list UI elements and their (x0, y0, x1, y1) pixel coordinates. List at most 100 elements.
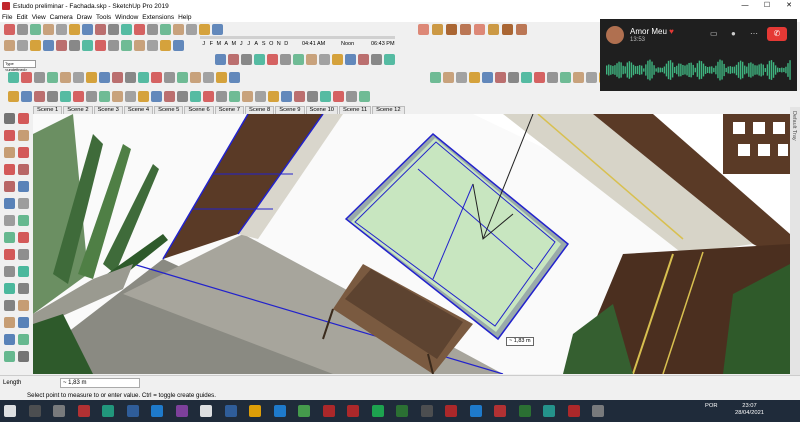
tab-scene-2[interactable]: Scene 2 (63, 106, 93, 114)
taskbar-files-icon[interactable] (126, 405, 139, 417)
taskbar-anydesk-icon[interactable] (567, 405, 580, 417)
view-36-icon[interactable] (280, 54, 291, 65)
left-tool-8-1-icon[interactable] (18, 249, 29, 260)
left-tool-10-1-icon[interactable] (18, 283, 29, 294)
taskbar-task-view-icon[interactable] (53, 405, 65, 417)
taskbar-edge-icon[interactable] (273, 405, 286, 417)
edit-87-icon[interactable] (125, 91, 136, 102)
left-tool-12-1-icon[interactable] (18, 317, 29, 328)
left-tool-6-0-icon[interactable] (4, 215, 15, 226)
view-40-icon[interactable] (332, 54, 343, 65)
view-33-icon[interactable] (241, 54, 252, 65)
taskbar-search-icon[interactable] (28, 405, 41, 417)
tool-3-icon[interactable] (43, 24, 54, 35)
tool-11-icon[interactable] (147, 24, 158, 35)
taskbar-vscode-icon[interactable] (151, 405, 163, 417)
month-sep[interactable]: S (260, 41, 268, 47)
menu-camera[interactable]: Camera (50, 14, 73, 21)
left-tool-5-1-icon[interactable] (18, 198, 29, 209)
left-tool-8-0-icon[interactable] (4, 249, 15, 260)
menu-window[interactable]: Window (115, 14, 138, 21)
call-overlay[interactable]: Amor Meu ♥ 13:53 ▭ ● ⋯ ✆ (600, 19, 797, 91)
shadow-month-selector[interactable]: J F M A M J J A S O N D (200, 41, 290, 47)
tool-15-icon[interactable] (199, 24, 210, 35)
end-call-button[interactable]: ✆ (767, 27, 787, 41)
view-35-icon[interactable] (267, 54, 278, 65)
draw-56-icon[interactable] (151, 72, 162, 83)
sandbox-5-icon[interactable] (488, 24, 499, 35)
taskbar-notes-icon[interactable] (518, 405, 531, 417)
left-tool-3-1-icon[interactable] (18, 164, 29, 175)
edit-80-icon[interactable] (34, 91, 45, 102)
tool-16-icon[interactable] (212, 24, 223, 35)
tool-4-icon[interactable] (56, 24, 67, 35)
tool-28-icon[interactable] (147, 40, 158, 51)
edit-83-icon[interactable] (73, 91, 84, 102)
edit-104-icon[interactable] (346, 91, 357, 102)
month-jun[interactable]: J (238, 41, 246, 47)
shadow-time-slider[interactable] (200, 36, 395, 39)
view-38-icon[interactable] (306, 54, 317, 65)
tab-scene-9[interactable]: Scene 9 (275, 106, 305, 114)
left-tool-12-0-icon[interactable] (4, 317, 15, 328)
month-feb[interactable]: F (208, 41, 216, 47)
tool-5-icon[interactable] (69, 24, 80, 35)
draw-61-icon[interactable] (216, 72, 227, 83)
taskbar-sketchup-icon[interactable] (224, 405, 237, 417)
tab-scene-3[interactable]: Scene 3 (93, 106, 123, 114)
taskbar-gmail-icon[interactable] (494, 405, 506, 417)
edit-97-icon[interactable] (255, 91, 266, 102)
taskbar-r-icon[interactable] (200, 405, 212, 417)
tool-0-icon[interactable] (4, 24, 15, 35)
edit-102-icon[interactable] (320, 91, 331, 102)
draw-50-icon[interactable] (73, 72, 84, 83)
left-tool-5-0-icon[interactable] (4, 198, 15, 209)
taskbar-antivirus-icon[interactable] (77, 405, 90, 417)
left-tool-13-0-icon[interactable] (4, 334, 15, 345)
style-70-icon[interactable] (521, 72, 532, 83)
draw-51-icon[interactable] (86, 72, 97, 83)
view-44-icon[interactable] (384, 54, 395, 65)
view-34-icon[interactable] (254, 54, 265, 65)
taskbar-explorer-icon[interactable] (249, 405, 261, 417)
style-63-icon[interactable] (430, 72, 441, 83)
model-viewport[interactable] (33, 114, 790, 374)
tab-scene-12[interactable]: Scene 12 (372, 106, 405, 114)
draw-55-icon[interactable] (138, 72, 149, 83)
tab-scene-11[interactable]: Scene 11 (339, 106, 372, 114)
left-tool-3-0-icon[interactable] (4, 164, 15, 175)
style-67-icon[interactable] (482, 72, 493, 83)
edit-96-icon[interactable] (242, 91, 253, 102)
taskbar-camera-icon[interactable] (445, 405, 457, 417)
tab-scene-5[interactable]: Scene 5 (154, 106, 184, 114)
edit-103-icon[interactable] (333, 91, 344, 102)
month-dec[interactable]: D (283, 41, 291, 47)
tool-19-icon[interactable] (30, 40, 41, 51)
tool-24-icon[interactable] (95, 40, 106, 51)
menu-tools[interactable]: Tools (96, 14, 111, 21)
draw-57-icon[interactable] (164, 72, 175, 83)
left-tool-2-0-icon[interactable] (4, 147, 15, 158)
tool-29-icon[interactable] (160, 40, 171, 51)
menu-draw[interactable]: Draw (77, 14, 92, 21)
taskbar-spotify-icon[interactable] (371, 405, 384, 417)
view-41-icon[interactable] (345, 54, 356, 65)
tab-scene-7[interactable]: Scene 7 (214, 106, 244, 114)
tool-8-icon[interactable] (108, 24, 119, 35)
maximize-button[interactable]: ☐ (756, 0, 778, 12)
tool-30-icon[interactable] (173, 40, 184, 51)
draw-49-icon[interactable] (60, 72, 71, 83)
taskbar-outlook-icon[interactable] (469, 405, 482, 417)
month-jul[interactable]: J (245, 41, 253, 47)
tool-27-icon[interactable] (134, 40, 145, 51)
tool-2-icon[interactable] (30, 24, 41, 35)
layer-dropdown[interactable]: Type <undefined> (3, 60, 36, 72)
edit-93-icon[interactable] (203, 91, 214, 102)
taskbar-acrobat-icon[interactable] (322, 405, 335, 417)
edit-91-icon[interactable] (177, 91, 188, 102)
tool-6-icon[interactable] (82, 24, 93, 35)
left-tool-14-0-icon[interactable] (4, 351, 15, 362)
tab-scene-4[interactable]: Scene 4 (123, 106, 154, 114)
style-72-icon[interactable] (547, 72, 558, 83)
tool-26-icon[interactable] (121, 40, 132, 51)
